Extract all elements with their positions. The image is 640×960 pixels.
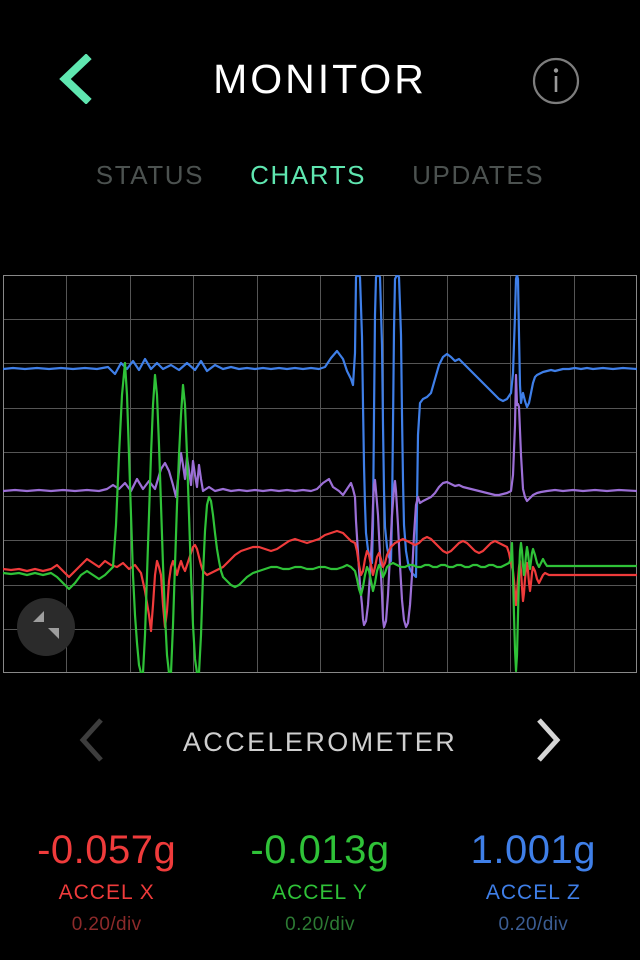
info-button[interactable] — [530, 55, 582, 107]
expand-fullscreen-icon — [31, 610, 61, 645]
next-sensor-button[interactable] — [520, 714, 576, 770]
readout-accel-x: -0.057g ACCEL X 0.20/div — [0, 824, 213, 954]
monitor-screen: MONITOR STATUS CHARTS UPDATES ACCELEROME… — [0, 0, 640, 960]
readout-scale: 0.20/div — [71, 914, 142, 935]
sensor-name: ACCELEROMETER — [182, 726, 458, 757]
readout-value: -0.013g — [250, 828, 390, 872]
prev-sensor-button[interactable] — [64, 714, 120, 770]
tab-bar: STATUS CHARTS UPDATES — [0, 155, 640, 195]
chevron-right-icon — [533, 717, 563, 768]
tab-status[interactable]: STATUS — [96, 160, 204, 191]
readout-label: ACCEL X — [58, 881, 155, 904]
tab-charts[interactable]: CHARTS — [250, 160, 366, 191]
readout-label: ACCEL Y — [272, 881, 368, 904]
readout-label: ACCEL Z — [485, 881, 581, 904]
chevron-left-icon — [77, 717, 107, 768]
readout-value: -0.057g — [37, 828, 177, 872]
sensor-chart[interactable] — [3, 275, 637, 673]
readout-value: 1.001g — [470, 828, 596, 872]
readout-row: -0.057g ACCEL X 0.20/div -0.013g ACCEL Y… — [0, 824, 640, 954]
chart-canvas — [3, 275, 637, 673]
readout-scale: 0.20/div — [498, 914, 569, 935]
expand-chart-button[interactable] — [17, 598, 75, 656]
tab-updates[interactable]: UPDATES — [412, 160, 544, 191]
readout-accel-y: -0.013g ACCEL Y 0.20/div — [213, 824, 426, 954]
readout-scale: 0.20/div — [285, 914, 355, 935]
app-header: MONITOR — [0, 48, 640, 128]
info-circle-icon — [530, 57, 582, 111]
sensor-selector: ACCELEROMETER — [0, 712, 640, 772]
readout-accel-z: 1.001g ACCEL Z 0.20/div — [427, 824, 640, 954]
